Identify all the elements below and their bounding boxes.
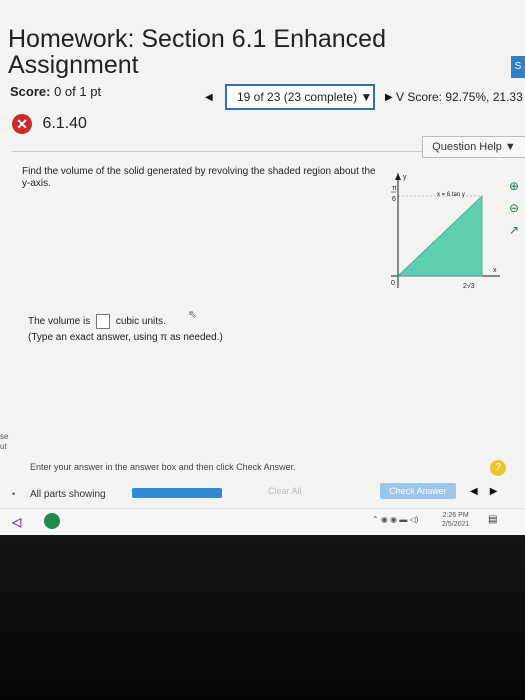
parts-showing[interactable]: All parts showing [30, 489, 106, 500]
side-button[interactable]: S [511, 56, 525, 78]
left-edge-text: se ut [0, 432, 8, 452]
bullet-icon: • [12, 489, 16, 499]
score-bar: Score: 0 of 1 pt ◀ 19 of 23 (23 complete… [10, 84, 525, 112]
answer-input[interactable] [96, 314, 111, 329]
y-tick-bottom: 6 [392, 196, 396, 203]
question-number: 6.1.40 [42, 115, 87, 132]
zoom-out-icon[interactable]: ⊖ [506, 200, 522, 216]
previous-question-icon[interactable]: ◀ [205, 92, 213, 103]
y-tick-top: π [392, 185, 397, 192]
y-axis-arrow [395, 173, 401, 180]
next-question-icon[interactable]: ▶ [385, 92, 393, 103]
answer-hint: (Type an exact answer, using π as needed… [28, 332, 223, 344]
question-text: Find the volume of the solid generated b… [22, 166, 376, 189]
divider [12, 151, 422, 152]
next-part-icon[interactable]: ▶ [490, 486, 498, 497]
question-select[interactable]: 19 of 23 (23 complete) ▼ [225, 84, 375, 110]
score-value: 0 of 1 pt [54, 84, 102, 99]
monitor-bezel [0, 535, 525, 700]
answer-prefix: The volume is [28, 316, 91, 328]
parts-progress-bar [132, 488, 222, 498]
app-icon[interactable]: ◁ [12, 515, 21, 529]
previous-part-icon[interactable]: ◀ [470, 486, 478, 497]
y-axis-label: y [403, 174, 407, 181]
help-icon[interactable]: ? [490, 460, 506, 476]
x-circle-icon: ✕ [12, 114, 32, 134]
x-axis-label: x [493, 267, 497, 274]
part-navigation: ◀ ▶ [470, 486, 509, 497]
mouse-cursor-icon: ⇖ [188, 309, 198, 321]
external-link-icon[interactable]: ↗ [506, 222, 522, 238]
instruction-text: Enter your answer in the answer box and … [30, 462, 296, 472]
clock-date: 2/5/2021 [442, 521, 470, 528]
browser-screen: Homework: Section 6.1 Enhanced Assignmen… [0, 0, 525, 535]
left-edge-line-2: ut [0, 442, 7, 451]
clock-time: 2:26 PM [442, 512, 469, 519]
score-label: Score: [10, 84, 51, 99]
graph-tools: ⊕ ⊖ ↗ [506, 178, 524, 244]
origin-label: 0 [391, 280, 395, 287]
hw-score: V Score: 92.75%, 21.33 [396, 90, 523, 104]
parts-progress-fill [132, 488, 222, 498]
system-tray-icons: ⌃ ◉ ◉ ▬ ◁) [372, 515, 419, 524]
clear-all-button[interactable]: Clear All [268, 486, 302, 496]
chrome-icon[interactable] [44, 513, 60, 529]
clock: 2:26 PM 2/5/2021 [442, 511, 469, 529]
shaded-region [397, 195, 483, 277]
answer-suffix: cubic units. [115, 316, 166, 328]
zoom-in-icon[interactable]: ⊕ [506, 178, 522, 194]
notification-icon[interactable]: ▤ [488, 514, 497, 525]
header: Homework: Section 6.1 Enhanced Assignmen… [8, 4, 525, 78]
curve-label: x = 6 tan y [437, 192, 465, 198]
question-help-button[interactable]: Question Help ▼ [422, 136, 525, 158]
question-id: ✕ 6.1.40 [12, 114, 87, 140]
region-graph: y x π 6 0 2√3 x = 6 tan y [391, 173, 500, 290]
page-title: Homework: Section 6.1 Enhanced Assignmen… [8, 25, 386, 79]
left-edge-line-1: se [0, 432, 9, 441]
x-tick-label: 2√3 [463, 282, 475, 290]
check-answer-button[interactable]: Check Answer [380, 483, 456, 499]
taskbar: ◁ ⌃ ◉ ◉ ▬ ◁) 2:26 PM 2/5/2021 ▤ [0, 508, 525, 535]
